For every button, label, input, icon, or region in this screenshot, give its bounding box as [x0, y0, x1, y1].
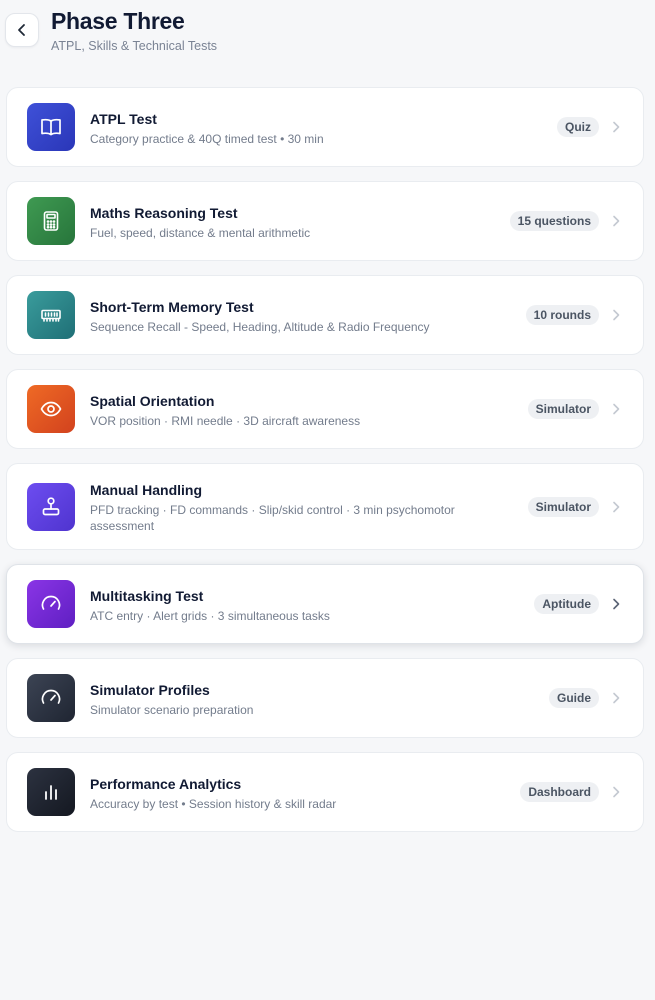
card-icon-box — [27, 483, 75, 531]
card-atpl-test[interactable]: ATPL Test Category practice & 40Q timed … — [6, 87, 644, 167]
card-title: Spatial Orientation — [90, 393, 215, 409]
card-title: Maths Reasoning Test — [90, 205, 238, 221]
card-description: Category practice & 40Q timed test • 30 … — [90, 132, 324, 146]
card-badge: Dashboard — [520, 782, 599, 802]
bar-chart-icon — [45, 785, 57, 800]
card-simulator-profiles[interactable]: Simulator Profiles Simulator scenario pr… — [6, 658, 644, 738]
card-badge: Simulator — [527, 399, 599, 419]
card-icon-box — [27, 674, 75, 722]
chevron-right-icon — [613, 309, 620, 321]
book-open-icon — [41, 118, 61, 136]
card-maths-reasoning-test[interactable]: Maths Reasoning Test Fuel, speed, distan… — [6, 181, 644, 261]
card-title: Short-Term Memory Test — [90, 299, 254, 315]
chevron-right-icon — [613, 692, 620, 704]
card-icon-box — [27, 103, 75, 151]
card-title: ATPL Test — [90, 111, 157, 127]
page-title: Phase Three — [51, 8, 185, 34]
card-icon-box — [27, 385, 75, 433]
card-title: Manual Handling — [90, 482, 202, 498]
card-description: ATC entry · Alert grids · 3 simultaneous… — [90, 609, 330, 623]
card-description: Fuel, speed, distance & mental arithmeti… — [90, 226, 311, 240]
card-description: PFD tracking · FD commands · Slip/skid c… — [90, 503, 455, 533]
card-description: Simulator scenario preparation — [90, 703, 254, 717]
chevron-left-icon — [18, 24, 25, 36]
card-description: Accuracy by test • Session history & ski… — [90, 797, 337, 811]
card-description: Sequence Recall - Speed, Heading, Altitu… — [90, 320, 430, 334]
card-icon-box — [27, 580, 75, 628]
chevron-right-icon — [613, 786, 620, 798]
card-title: Simulator Profiles — [90, 682, 210, 698]
card-title: Multitasking Test — [90, 588, 204, 604]
card-badge: Aptitude — [534, 594, 599, 614]
card-badge: 15 questions — [509, 211, 599, 231]
card-performance-analytics[interactable]: Performance Analytics Accuracy by test •… — [6, 752, 644, 832]
card-badge: Quiz — [557, 117, 599, 137]
page-subtitle: ATPL, Skills & Technical Tests — [51, 39, 218, 53]
card-badge: Guide — [548, 688, 599, 708]
card-description: VOR position · RMI needle · 3D aircraft … — [90, 414, 361, 428]
chevron-right-icon — [613, 403, 620, 415]
card-badge: 10 rounds — [525, 305, 599, 325]
gauge-icon — [41, 689, 61, 704]
card-title: Performance Analytics — [90, 776, 242, 792]
eye-icon — [40, 401, 62, 417]
joystick-icon — [42, 497, 60, 516]
page-header: Phase Three ATPL, Skills & Technical Tes… — [0, 0, 655, 70]
card-icon-box — [27, 291, 75, 339]
gauge-icon — [41, 595, 61, 610]
card-multitasking-test[interactable]: Multitasking Test ATC entry · Alert grid… — [6, 564, 644, 644]
card-short-term-memory-test[interactable]: Short-Term Memory Test Sequence Recall -… — [6, 275, 644, 355]
card-icon-box — [27, 197, 75, 245]
chevron-right-icon — [613, 501, 620, 512]
card-manual-handling[interactable]: Manual Handling PFD tracking · FD comman… — [6, 463, 644, 550]
memory-chip-icon — [41, 309, 61, 322]
back-button[interactable] — [5, 13, 39, 47]
card-spatial-orientation[interactable]: Spatial Orientation VOR position · RMI n… — [6, 369, 644, 449]
chevron-right-icon — [613, 121, 620, 133]
chevron-right-icon — [613, 215, 620, 227]
test-list: ATPL Test Category practice & 40Q timed … — [6, 87, 644, 846]
chevron-right-icon — [613, 598, 620, 610]
card-badge: Simulator — [527, 496, 599, 517]
card-icon-box — [27, 768, 75, 816]
calculator-icon — [43, 211, 59, 231]
